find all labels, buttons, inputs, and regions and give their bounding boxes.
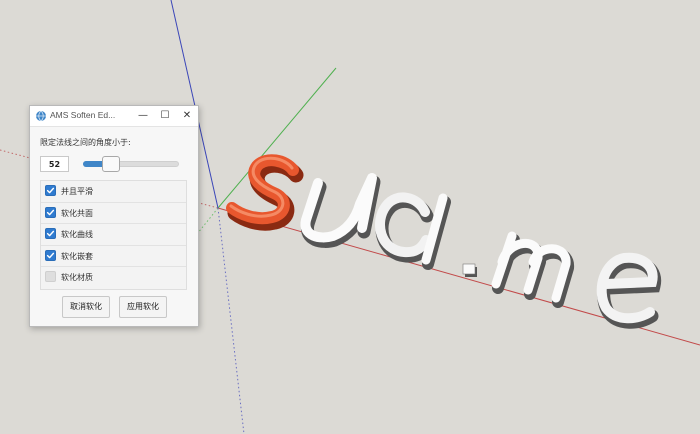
- close-button[interactable]: ✕: [176, 106, 198, 126]
- angle-input[interactable]: [40, 156, 69, 172]
- letter-c-3d[interactable]: [375, 192, 435, 263]
- angle-slider[interactable]: [83, 156, 179, 172]
- minimize-button[interactable]: —: [132, 106, 154, 126]
- letter-e-3d[interactable]: [596, 252, 662, 329]
- option-label: 软化材质: [61, 273, 93, 283]
- option-label: 软化曲线: [61, 230, 93, 240]
- option-row[interactable]: 软化曲线: [41, 224, 186, 246]
- letter-m-3d[interactable]: [491, 231, 574, 308]
- angle-label: 限定法线之间的角度小于:: [40, 138, 131, 147]
- option-row[interactable]: 软化材质: [41, 267, 186, 289]
- checkmark-icon: [46, 187, 55, 194]
- letter-u-3d[interactable]: [300, 173, 381, 248]
- app-globe-icon: [36, 110, 46, 122]
- option-checkbox[interactable]: [45, 271, 56, 283]
- letter-s-3d[interactable]: [226, 154, 304, 231]
- checkmark-icon: [46, 230, 55, 237]
- option-label: 软化嵌套: [61, 251, 93, 261]
- maximize-button[interactable]: ☐: [154, 106, 176, 126]
- option-row[interactable]: 并且平滑: [41, 181, 186, 203]
- checkmark-icon: [46, 209, 55, 215]
- title-bar[interactable]: AMS Soften Ed... — ☐ ✕: [30, 106, 198, 127]
- dot-3d[interactable]: [462, 263, 477, 277]
- slider-thumb[interactable]: [101, 156, 120, 172]
- checkmark-icon: [46, 252, 55, 259]
- cancel-soften-button[interactable]: 取消软化: [62, 296, 110, 318]
- window-title: AMS Soften Ed...: [50, 110, 116, 120]
- option-checkbox[interactable]: [45, 206, 56, 218]
- soften-edges-dialog: AMS Soften Ed... — ☐ ✕ 限定法线之间的角度小于: 并且平滑…: [29, 105, 199, 327]
- option-label: 软化共面: [61, 208, 93, 218]
- option-checkbox[interactable]: [45, 228, 56, 240]
- option-row[interactable]: 软化共面: [41, 203, 186, 225]
- option-label: 并且平滑: [61, 187, 93, 196]
- option-checkbox[interactable]: [45, 249, 56, 261]
- blue-axis-dotted: [217, 207, 245, 434]
- option-checkbox[interactable]: [45, 185, 56, 196]
- apply-soften-button[interactable]: 应用软化: [119, 296, 167, 318]
- options-list: 并且平滑软化共面软化曲线软化嵌套软化材质: [40, 180, 187, 290]
- option-row[interactable]: 软化嵌套: [41, 246, 186, 268]
